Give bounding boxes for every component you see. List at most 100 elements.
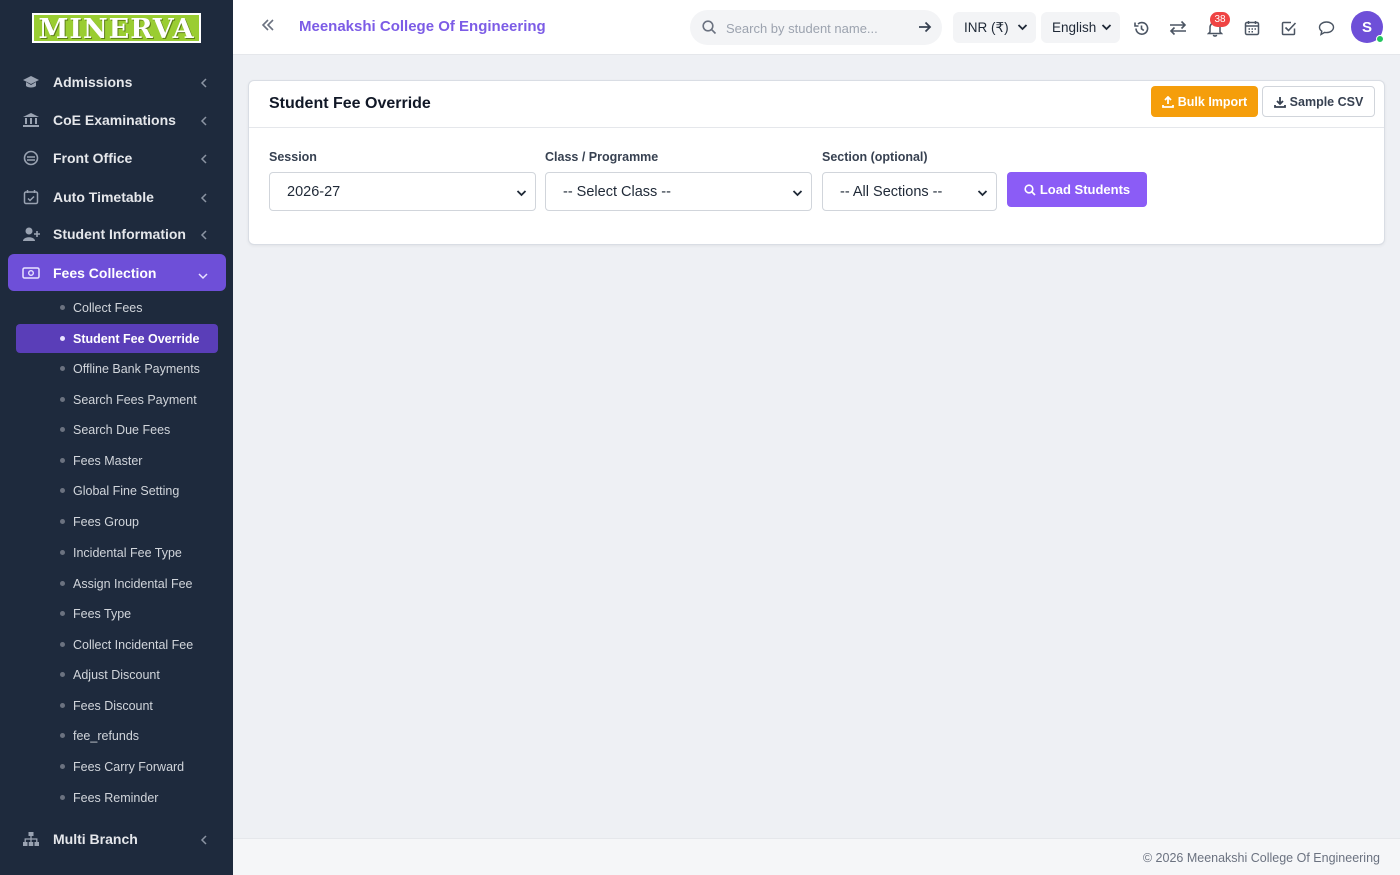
calendar-check-icon — [22, 188, 40, 206]
money-bill-icon — [22, 264, 40, 282]
sample-csv-button[interactable]: Sample CSV — [1262, 86, 1375, 117]
submenu-fee-refunds[interactable]: fee_refunds — [16, 721, 218, 750]
collapse-sidebar-button[interactable] — [261, 18, 275, 36]
search-icon — [1024, 183, 1036, 196]
sidebar-item-label: Admissions — [53, 74, 133, 90]
search-submit-arrow-icon[interactable] — [918, 20, 932, 39]
sidebar-item-label: Front Office — [53, 150, 133, 166]
submenu-label: Collect Fees — [73, 300, 143, 315]
bulk-import-label: Bulk Import — [1177, 94, 1248, 109]
sidebar: MINERVA Admissions CoE Examinations Fron… — [0, 0, 233, 875]
bullet-icon — [60, 550, 65, 555]
top-header: Meenakshi College Of Engineering INR (₹)… — [233, 0, 1400, 55]
submenu-student-fee-override[interactable]: Student Fee Override — [16, 324, 218, 353]
submenu-adjust-discount[interactable]: Adjust Discount — [16, 660, 218, 689]
avatar-initial: S — [1361, 18, 1372, 36]
switch-arrows-icon[interactable] — [1168, 18, 1188, 38]
bullet-icon — [60, 672, 65, 677]
bullet-icon — [60, 336, 65, 341]
session-label: Session — [269, 150, 317, 164]
bullet-icon — [60, 703, 65, 708]
graduation-cap-icon — [22, 73, 40, 91]
submenu-label: Collect Incidental Fee — [73, 637, 194, 652]
logo[interactable]: MINERVA — [32, 13, 201, 45]
submenu-collect-incidental-fee[interactable]: Collect Incidental Fee — [16, 630, 218, 659]
sidebar-item-fees-collection[interactable]: Fees Collection — [8, 254, 226, 291]
page-title: Student Fee Override — [269, 95, 431, 112]
submenu-label: fee_refunds — [73, 728, 140, 743]
session-select[interactable]: 2026-27 — [269, 172, 536, 211]
submenu-label: Fees Discount — [73, 698, 153, 713]
submenu-fees-group[interactable]: Fees Group — [16, 507, 218, 536]
front-office-icon — [22, 149, 40, 167]
bullet-icon — [60, 764, 65, 769]
sidebar-item-label: Student Information — [53, 226, 186, 242]
section-label: Section (optional) — [822, 150, 928, 164]
chevron-down-icon — [1017, 21, 1028, 36]
search-input[interactable] — [726, 18, 901, 38]
submenu-search-fees-payment[interactable]: Search Fees Payment — [16, 385, 218, 414]
submenu-fees-reminder[interactable]: Fees Reminder — [16, 783, 218, 812]
user-plus-icon — [22, 225, 40, 243]
sidebar-item-auto-timetable[interactable]: Auto Timetable — [8, 179, 226, 215]
submenu-search-due-fees[interactable]: Search Due Fees — [16, 415, 218, 444]
language-select[interactable]: English — [1041, 12, 1120, 43]
sidebar-item-admissions[interactable]: Admissions — [8, 64, 226, 100]
logo-area: MINERVA — [0, 0, 233, 56]
footer: © 2026 Meenakshi College Of Engineering — [233, 838, 1400, 875]
chevron-left-icon — [200, 227, 208, 243]
class-value: -- Select Class -- — [563, 183, 671, 200]
sidebar-item-label: Auto Timetable — [53, 189, 154, 205]
calendar-icon[interactable] — [1242, 18, 1262, 38]
institution-icon — [22, 111, 40, 129]
bullet-icon — [60, 733, 65, 738]
chat-bubble-icon[interactable] — [1316, 18, 1336, 38]
chevron-down-icon — [792, 187, 803, 203]
submenu-assign-incidental-fee[interactable]: Assign Incidental Fee — [16, 569, 218, 598]
college-name[interactable]: Meenakshi College Of Engineering — [299, 18, 546, 35]
sidebar-item-label: Multi Branch — [53, 831, 138, 847]
submenu-fees-carry-forward[interactable]: Fees Carry Forward — [16, 752, 218, 781]
task-checkbox-icon[interactable] — [1279, 18, 1299, 38]
submenu-label: Search Due Fees — [73, 422, 171, 437]
submenu-label: Incidental Fee Type — [73, 545, 182, 560]
submenu-offline-bank-payments[interactable]: Offline Bank Payments — [16, 354, 218, 383]
language-value: English — [1052, 20, 1097, 35]
submenu-global-fine-setting[interactable]: Global Fine Setting — [16, 476, 218, 505]
sidebar-item-coe-examinations[interactable]: CoE Examinations — [8, 102, 226, 138]
submenu-label: Adjust Discount — [73, 667, 160, 682]
chevron-left-icon — [200, 151, 208, 167]
submenu-fees-type[interactable]: Fees Type — [16, 599, 218, 628]
sidebar-item-multi-branch[interactable]: Multi Branch — [8, 821, 226, 857]
currency-select[interactable]: INR (₹) — [953, 12, 1036, 43]
search-icon — [702, 20, 717, 40]
student-search — [690, 10, 942, 45]
submenu-label: Search Fees Payment — [73, 392, 197, 407]
submenu-collect-fees[interactable]: Collect Fees — [16, 293, 218, 322]
submenu-incidental-fee-type[interactable]: Incidental Fee Type — [16, 538, 218, 567]
submenu-label: Fees Type — [73, 606, 132, 621]
history-icon[interactable] — [1131, 18, 1151, 38]
bullet-icon — [60, 366, 65, 371]
submenu-fees-master[interactable]: Fees Master — [16, 446, 218, 475]
submenu-label: Offline Bank Payments — [73, 361, 200, 376]
section-select[interactable]: -- All Sections -- — [822, 172, 997, 211]
sidebar-item-student-information[interactable]: Student Information — [8, 216, 226, 252]
copyright-text: © 2026 Meenakshi College Of Engineering — [1142, 851, 1380, 865]
session-value: 2026-27 — [287, 183, 341, 200]
bullet-icon — [60, 305, 65, 310]
user-avatar[interactable]: S — [1351, 11, 1384, 43]
bullet-icon — [60, 458, 65, 463]
double-chevron-left-icon — [261, 19, 274, 31]
submenu-label: Student Fee Override — [73, 331, 200, 346]
class-select[interactable]: -- Select Class -- — [545, 172, 812, 211]
submenu-fees-discount[interactable]: Fees Discount — [16, 691, 218, 720]
sample-csv-label: Sample CSV — [1289, 94, 1364, 109]
online-status-dot — [1376, 35, 1384, 43]
load-students-button[interactable]: Load Students — [1007, 172, 1147, 207]
bulk-import-button[interactable]: Bulk Import — [1151, 86, 1258, 117]
submenu-label: Fees Group — [73, 514, 140, 529]
submenu-label: Fees Master — [73, 453, 143, 468]
sidebar-item-front-office[interactable]: Front Office — [8, 140, 226, 176]
bullet-icon — [60, 519, 65, 524]
